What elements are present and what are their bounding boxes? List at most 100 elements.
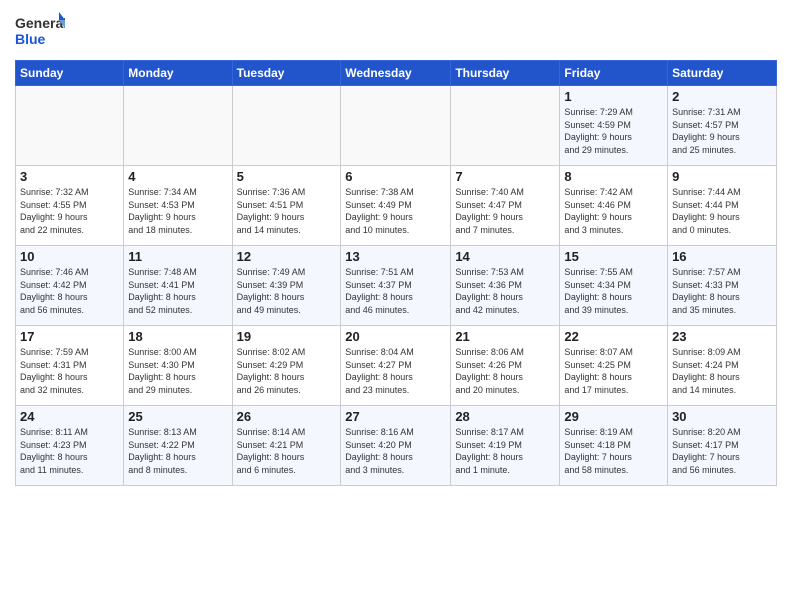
day-number: 7 xyxy=(455,169,555,184)
weekday-header-sunday: Sunday xyxy=(16,61,124,86)
day-number: 6 xyxy=(345,169,446,184)
weekday-header-monday: Monday xyxy=(124,61,232,86)
day-info: Sunrise: 8:11 AM Sunset: 4:23 PM Dayligh… xyxy=(20,426,119,476)
day-info: Sunrise: 7:46 AM Sunset: 4:42 PM Dayligh… xyxy=(20,266,119,316)
day-info: Sunrise: 7:53 AM Sunset: 4:36 PM Dayligh… xyxy=(455,266,555,316)
day-info: Sunrise: 7:29 AM Sunset: 4:59 PM Dayligh… xyxy=(564,106,663,156)
logo: General Blue xyxy=(15,10,65,52)
calendar-cell: 26 Sunrise: 8:14 AM Sunset: 4:21 PM Dayli… xyxy=(232,406,341,486)
svg-text:Blue: Blue xyxy=(15,31,46,47)
day-number: 15 xyxy=(564,249,663,264)
day-info: Sunrise: 7:57 AM Sunset: 4:33 PM Dayligh… xyxy=(672,266,772,316)
day-info: Sunrise: 8:06 AM Sunset: 4:26 PM Dayligh… xyxy=(455,346,555,396)
day-info: Sunrise: 7:32 AM Sunset: 4:55 PM Dayligh… xyxy=(20,186,119,236)
day-number: 26 xyxy=(237,409,337,424)
day-info: Sunrise: 7:55 AM Sunset: 4:34 PM Dayligh… xyxy=(564,266,663,316)
day-number: 30 xyxy=(672,409,772,424)
calendar-week-row: 24 Sunrise: 8:11 AM Sunset: 4:23 PM Dayli… xyxy=(16,406,777,486)
day-number: 27 xyxy=(345,409,446,424)
header: General Blue xyxy=(15,10,777,52)
day-number: 16 xyxy=(672,249,772,264)
calendar-cell: 5 Sunrise: 7:36 AM Sunset: 4:51 PM Daylig… xyxy=(232,166,341,246)
day-number: 24 xyxy=(20,409,119,424)
calendar-cell xyxy=(16,86,124,166)
calendar-cell: 13 Sunrise: 7:51 AM Sunset: 4:37 PM Dayli… xyxy=(341,246,451,326)
day-info: Sunrise: 8:17 AM Sunset: 4:19 PM Dayligh… xyxy=(455,426,555,476)
day-number: 20 xyxy=(345,329,446,344)
day-number: 14 xyxy=(455,249,555,264)
calendar-cell xyxy=(124,86,232,166)
weekday-header-wednesday: Wednesday xyxy=(341,61,451,86)
day-info: Sunrise: 7:44 AM Sunset: 4:44 PM Dayligh… xyxy=(672,186,772,236)
day-info: Sunrise: 8:07 AM Sunset: 4:25 PM Dayligh… xyxy=(564,346,663,396)
day-info: Sunrise: 7:42 AM Sunset: 4:46 PM Dayligh… xyxy=(564,186,663,236)
calendar-cell: 11Sunrise: 7:48 AM Sunset: 4:41 PM Dayli… xyxy=(124,246,232,326)
calendar-week-row: 17 Sunrise: 7:59 AM Sunset: 4:31 PM Dayli… xyxy=(16,326,777,406)
weekday-header-friday: Friday xyxy=(560,61,668,86)
day-number: 10 xyxy=(20,249,119,264)
calendar-cell: 29Sunrise: 8:19 AM Sunset: 4:18 PM Dayli… xyxy=(560,406,668,486)
calendar-cell: 17 Sunrise: 7:59 AM Sunset: 4:31 PM Dayli… xyxy=(16,326,124,406)
day-info: Sunrise: 8:02 AM Sunset: 4:29 PM Dayligh… xyxy=(237,346,337,396)
day-info: Sunrise: 8:16 AM Sunset: 4:20 PM Dayligh… xyxy=(345,426,446,476)
weekday-header-tuesday: Tuesday xyxy=(232,61,341,86)
day-number: 25 xyxy=(128,409,227,424)
calendar-cell: 30 Sunrise: 8:20 AM Sunset: 4:17 PM Dayli… xyxy=(668,406,777,486)
day-number: 28 xyxy=(455,409,555,424)
weekday-header-row: SundayMondayTuesdayWednesdayThursdayFrid… xyxy=(16,61,777,86)
day-info: Sunrise: 8:19 AM Sunset: 4:18 PM Dayligh… xyxy=(564,426,663,476)
day-number: 5 xyxy=(237,169,337,184)
day-info: Sunrise: 7:51 AM Sunset: 4:37 PM Dayligh… xyxy=(345,266,446,316)
calendar-cell: 19 Sunrise: 8:02 AM Sunset: 4:29 PM Dayli… xyxy=(232,326,341,406)
day-number: 8 xyxy=(564,169,663,184)
day-number: 18 xyxy=(128,329,227,344)
day-info: Sunrise: 7:59 AM Sunset: 4:31 PM Dayligh… xyxy=(20,346,119,396)
day-number: 17 xyxy=(20,329,119,344)
calendar-cell: 20 Sunrise: 8:04 AM Sunset: 4:27 PM Dayli… xyxy=(341,326,451,406)
calendar-cell: 4 Sunrise: 7:34 AM Sunset: 4:53 PM Daylig… xyxy=(124,166,232,246)
calendar-cell: 15 Sunrise: 7:55 AM Sunset: 4:34 PM Dayli… xyxy=(560,246,668,326)
day-number: 1 xyxy=(564,89,663,104)
day-info: Sunrise: 8:13 AM Sunset: 4:22 PM Dayligh… xyxy=(128,426,227,476)
calendar-cell: 16 Sunrise: 7:57 AM Sunset: 4:33 PM Dayli… xyxy=(668,246,777,326)
day-number: 19 xyxy=(237,329,337,344)
calendar-cell: 2Sunrise: 7:31 AM Sunset: 4:57 PM Daylig… xyxy=(668,86,777,166)
day-info: Sunrise: 8:14 AM Sunset: 4:21 PM Dayligh… xyxy=(237,426,337,476)
day-info: Sunrise: 8:09 AM Sunset: 4:24 PM Dayligh… xyxy=(672,346,772,396)
calendar-week-row: 1 Sunrise: 7:29 AM Sunset: 4:59 PM Daylig… xyxy=(16,86,777,166)
calendar-cell xyxy=(232,86,341,166)
calendar-cell xyxy=(451,86,560,166)
day-number: 2 xyxy=(672,89,772,104)
day-info: Sunrise: 8:04 AM Sunset: 4:27 PM Dayligh… xyxy=(345,346,446,396)
calendar-cell: 22Sunrise: 8:07 AM Sunset: 4:25 PM Dayli… xyxy=(560,326,668,406)
calendar-week-row: 10 Sunrise: 7:46 AM Sunset: 4:42 PM Dayli… xyxy=(16,246,777,326)
day-number: 3 xyxy=(20,169,119,184)
day-number: 9 xyxy=(672,169,772,184)
svg-text:General: General xyxy=(15,15,65,31)
day-info: Sunrise: 7:48 AM Sunset: 4:41 PM Dayligh… xyxy=(128,266,227,316)
day-info: Sunrise: 7:40 AM Sunset: 4:47 PM Dayligh… xyxy=(455,186,555,236)
day-number: 12 xyxy=(237,249,337,264)
weekday-header-thursday: Thursday xyxy=(451,61,560,86)
calendar-cell: 23Sunrise: 8:09 AM Sunset: 4:24 PM Dayli… xyxy=(668,326,777,406)
calendar-week-row: 3 Sunrise: 7:32 AM Sunset: 4:55 PM Daylig… xyxy=(16,166,777,246)
day-info: Sunrise: 7:36 AM Sunset: 4:51 PM Dayligh… xyxy=(237,186,337,236)
calendar-cell: 3 Sunrise: 7:32 AM Sunset: 4:55 PM Daylig… xyxy=(16,166,124,246)
day-info: Sunrise: 7:34 AM Sunset: 4:53 PM Dayligh… xyxy=(128,186,227,236)
day-info: Sunrise: 8:20 AM Sunset: 4:17 PM Dayligh… xyxy=(672,426,772,476)
calendar-cell: 12 Sunrise: 7:49 AM Sunset: 4:39 PM Dayli… xyxy=(232,246,341,326)
calendar-cell: 27 Sunrise: 8:16 AM Sunset: 4:20 PM Dayli… xyxy=(341,406,451,486)
page-container: General Blue SundayMondayTuesdayWednesda… xyxy=(0,0,792,496)
calendar-cell: 18 Sunrise: 8:00 AM Sunset: 4:30 PM Dayli… xyxy=(124,326,232,406)
day-number: 4 xyxy=(128,169,227,184)
calendar-cell: 7 Sunrise: 7:40 AM Sunset: 4:47 PM Daylig… xyxy=(451,166,560,246)
calendar-cell: 10 Sunrise: 7:46 AM Sunset: 4:42 PM Dayli… xyxy=(16,246,124,326)
day-info: Sunrise: 7:49 AM Sunset: 4:39 PM Dayligh… xyxy=(237,266,337,316)
day-number: 13 xyxy=(345,249,446,264)
calendar-cell xyxy=(341,86,451,166)
calendar-cell: 8 Sunrise: 7:42 AM Sunset: 4:46 PM Daylig… xyxy=(560,166,668,246)
calendar-cell: 21Sunrise: 8:06 AM Sunset: 4:26 PM Dayli… xyxy=(451,326,560,406)
weekday-header-saturday: Saturday xyxy=(668,61,777,86)
day-info: Sunrise: 8:00 AM Sunset: 4:30 PM Dayligh… xyxy=(128,346,227,396)
calendar-cell: 24 Sunrise: 8:11 AM Sunset: 4:23 PM Dayli… xyxy=(16,406,124,486)
